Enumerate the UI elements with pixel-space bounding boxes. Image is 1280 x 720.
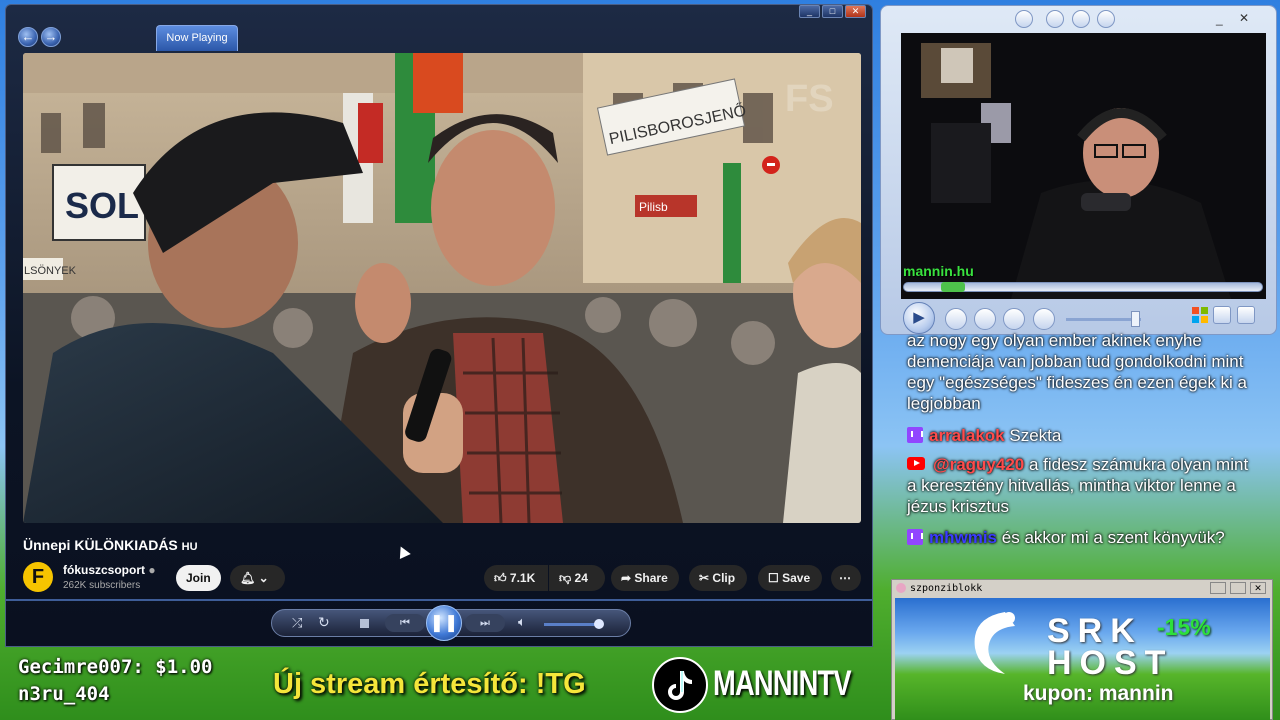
- youtube-icon: [907, 457, 925, 470]
- chat-message-text: és akkor mi a szent könyvük?: [1001, 528, 1225, 547]
- like-button[interactable]: 👍︎ 7.1K: [484, 565, 548, 591]
- bookmark-icon: ☐: [768, 571, 779, 585]
- chat-username: arralakok: [929, 426, 1005, 445]
- chat-message: mhwmis és akkor mi a szent könyvük?: [907, 527, 1257, 548]
- bell-icon: 🔔︎: [240, 571, 256, 585]
- dislike-count: 24: [574, 571, 588, 585]
- mini-player-window: _ ✕ mannin.hu ▶: [880, 5, 1277, 335]
- thumbs-down-icon: 👎︎: [559, 571, 572, 585]
- volume-slider[interactable]: [544, 623, 600, 626]
- share-icon: ➦: [621, 571, 632, 585]
- minimize-button[interactable]: [1210, 582, 1226, 594]
- previous-track-icon[interactable]: ⏮︎: [385, 614, 425, 632]
- shuffle-icon[interactable]: ⤮: [292, 615, 302, 631]
- channel-watermark: FS: [785, 78, 834, 120]
- sponsor-window: szponziblokk ✕ SRK -15% HOST kupon: mann…: [891, 579, 1273, 720]
- scissors-icon: ✂: [699, 571, 710, 585]
- webcam-scene: [901, 33, 1266, 299]
- save-button[interactable]: ☐ Save: [758, 565, 822, 591]
- tab-now-playing[interactable]: Now Playing: [156, 25, 238, 51]
- video-title-text: Ünnepi KÜLÖNKIADÁS: [23, 537, 178, 553]
- maximize-button[interactable]: [1230, 582, 1246, 594]
- twitch-icon: [907, 427, 923, 443]
- minimize-button[interactable]: _: [799, 5, 820, 18]
- maximize-button[interactable]: □: [822, 5, 843, 18]
- sponsor-discount: -15%: [1157, 614, 1211, 640]
- more-options-button[interactable]: ⋯: [831, 565, 861, 591]
- clip-label: Clip: [712, 571, 736, 585]
- dislike-button[interactable]: 👎︎ 24: [549, 565, 605, 591]
- pause-icon: ❚❚: [429, 613, 459, 632]
- sign-text-small: Pilisb: [639, 200, 668, 214]
- close-button[interactable]: ✕: [845, 5, 866, 18]
- video-title-suffix: HU: [181, 541, 198, 553]
- thumbs-up-icon: 👍︎: [494, 571, 507, 585]
- video-frame[interactable]: SOL PILISBOROSJENŐ Pilisb LSÖNYEK FS: [23, 53, 861, 523]
- pause-button[interactable]: ❚❚: [426, 605, 462, 641]
- chat-message-text: az nogy egy olyan ember akinek enyhe dem…: [907, 331, 1247, 413]
- sponsor-brand-line2: HOST: [1047, 644, 1174, 682]
- like-count: 7.1K: [509, 571, 536, 585]
- forward-arrow-icon[interactable]: →: [41, 27, 61, 47]
- chat-message-text: Szekta: [1009, 426, 1062, 445]
- channel-name-text: fókuszcsoport: [63, 563, 146, 577]
- share-label: Share: [634, 571, 668, 585]
- channel-name[interactable]: fókuszcsoport ●: [63, 563, 156, 577]
- verified-icon: ●: [148, 563, 156, 577]
- sign-text-left: LSÖNYEK: [24, 265, 77, 277]
- minimize-button[interactable]: _: [1216, 12, 1223, 26]
- more-icon: ⋯: [839, 571, 851, 585]
- chat-message: @raguy420 a fidesz számukra olyan mint a…: [907, 454, 1257, 517]
- join-button[interactable]: Join: [176, 565, 221, 591]
- seek-bar[interactable]: [6, 599, 872, 601]
- srk-logo-icon: [965, 608, 1027, 680]
- sponsor-coupon: kupon: mannin: [1023, 682, 1174, 705]
- subscriber-count: 262K subscribers: [63, 580, 141, 591]
- stop-icon[interactable]: [360, 619, 369, 628]
- clip-button[interactable]: ✂ Clip: [689, 565, 747, 591]
- donation-line-2: n3ru_404: [18, 683, 110, 705]
- next-track-icon[interactable]: ⏭︎: [465, 614, 505, 632]
- chat-message: arralakok Szekta: [907, 425, 1257, 446]
- list-icon[interactable]: [1046, 10, 1064, 28]
- chat-username: @raguy420: [933, 455, 1025, 474]
- notification-bell-button[interactable]: 🔔︎ ⌄: [230, 565, 285, 591]
- channel-avatar[interactable]: F: [23, 562, 53, 592]
- equalizer-icon[interactable]: [1097, 10, 1115, 28]
- settings-icon[interactable]: [1072, 10, 1090, 28]
- library-icon[interactable]: [1015, 10, 1033, 28]
- close-button[interactable]: ✕: [1239, 11, 1249, 25]
- back-arrow-icon[interactable]: ←: [18, 27, 38, 47]
- webcam-feed: mannin.hu: [901, 33, 1266, 299]
- transport-controls: ⤮ ↻ ⏮︎ ❚❚ ⏭︎ 🔈︎: [271, 605, 631, 641]
- stream-url-caption: mannin.hu: [903, 263, 974, 279]
- volume-thumb[interactable]: [594, 619, 604, 629]
- mini-seek-thumb[interactable]: [941, 282, 965, 292]
- video-scene: SOL PILISBOROSJENŐ Pilisb LSÖNYEK FS: [23, 53, 861, 523]
- donation-line-1: Gecimre007: $1.00: [18, 656, 213, 678]
- media-player-window: _ □ ✕ ← → Now Playing SOL PILISBOROSJENŐ…: [5, 4, 873, 647]
- window-caption-buttons: _ □ ✕: [799, 5, 866, 18]
- volume-icon[interactable]: 🔈︎: [518, 614, 526, 630]
- twitch-icon: [907, 529, 923, 545]
- close-button[interactable]: ✕: [1250, 582, 1266, 594]
- stream-notice: Új stream értesítő: !TG: [273, 668, 586, 700]
- sign-text-sol: SOL: [65, 185, 139, 226]
- tiktok-handle: MANNINTV: [713, 664, 852, 703]
- chevron-down-icon: ⌄: [258, 571, 269, 585]
- video-title: Ünnepi KÜLÖNKIADÁS HU: [23, 537, 198, 553]
- sponsor-window-title: szponziblokk: [910, 583, 983, 594]
- save-label: Save: [782, 571, 811, 585]
- share-button[interactable]: ➦ Share: [611, 565, 679, 591]
- tiktok-icon: [652, 657, 708, 713]
- sponsor-banner: SRK -15% HOST kupon: mannin: [895, 598, 1270, 720]
- chat-message: az nogy egy olyan ember akinek enyhe dem…: [907, 330, 1257, 414]
- chat-username: mhwmis: [929, 528, 998, 547]
- chat-overlay: az nogy egy olyan ember akinek enyhe dem…: [897, 310, 1262, 590]
- heart-icon: [896, 583, 906, 593]
- repeat-icon[interactable]: ↻: [318, 614, 330, 631]
